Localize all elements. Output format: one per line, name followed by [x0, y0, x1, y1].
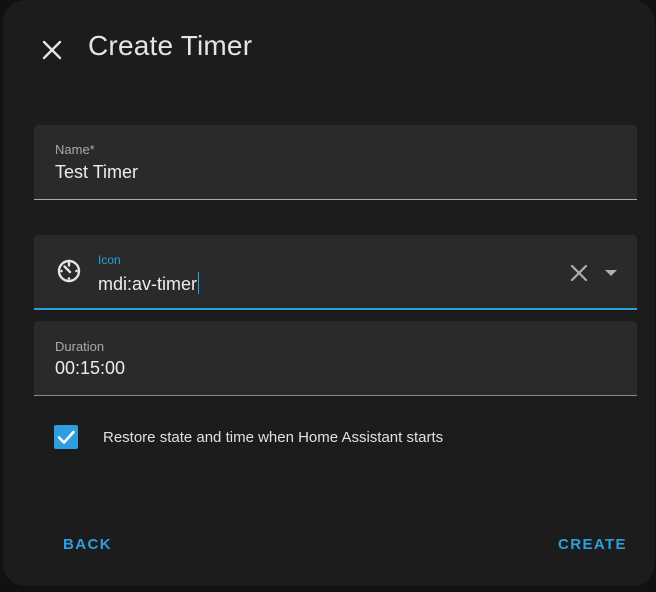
clear-icon-button[interactable]: [567, 261, 591, 285]
check-icon: [57, 430, 75, 444]
icon-dropdown-toggle[interactable]: [599, 261, 623, 285]
restore-checkbox[interactable]: [54, 425, 78, 449]
av-timer-icon: [57, 259, 81, 283]
text-cursor: [198, 272, 200, 294]
restore-checkbox-label[interactable]: Restore state and time when Home Assista…: [103, 429, 443, 446]
icon-picker-field[interactable]: Icon mdi:av-timer: [34, 235, 637, 310]
name-field[interactable]: Name* Test Timer: [34, 125, 637, 200]
close-icon: [42, 40, 62, 60]
icon-field-label: Icon: [98, 253, 121, 267]
dialog-title: Create Timer: [88, 30, 253, 61]
icon-field-input[interactable]: mdi:av-timer: [98, 272, 200, 295]
icon-field-value: mdi:av-timer: [98, 274, 198, 294]
clear-icon: [570, 264, 588, 282]
close-button[interactable]: [37, 35, 67, 65]
back-button[interactable]: BACK: [63, 536, 112, 553]
duration-field-value[interactable]: 00:15:00: [55, 358, 125, 379]
menu-down-icon: [605, 270, 617, 276]
name-field-label: Name*: [55, 142, 95, 157]
create-timer-dialog: Create Timer Name* Test Timer Icon mdi:a…: [3, 0, 655, 586]
duration-field[interactable]: Duration 00:15:00: [34, 321, 637, 396]
duration-field-label: Duration: [55, 339, 105, 354]
create-button[interactable]: CREATE: [558, 536, 627, 553]
name-field-value[interactable]: Test Timer: [55, 162, 138, 183]
